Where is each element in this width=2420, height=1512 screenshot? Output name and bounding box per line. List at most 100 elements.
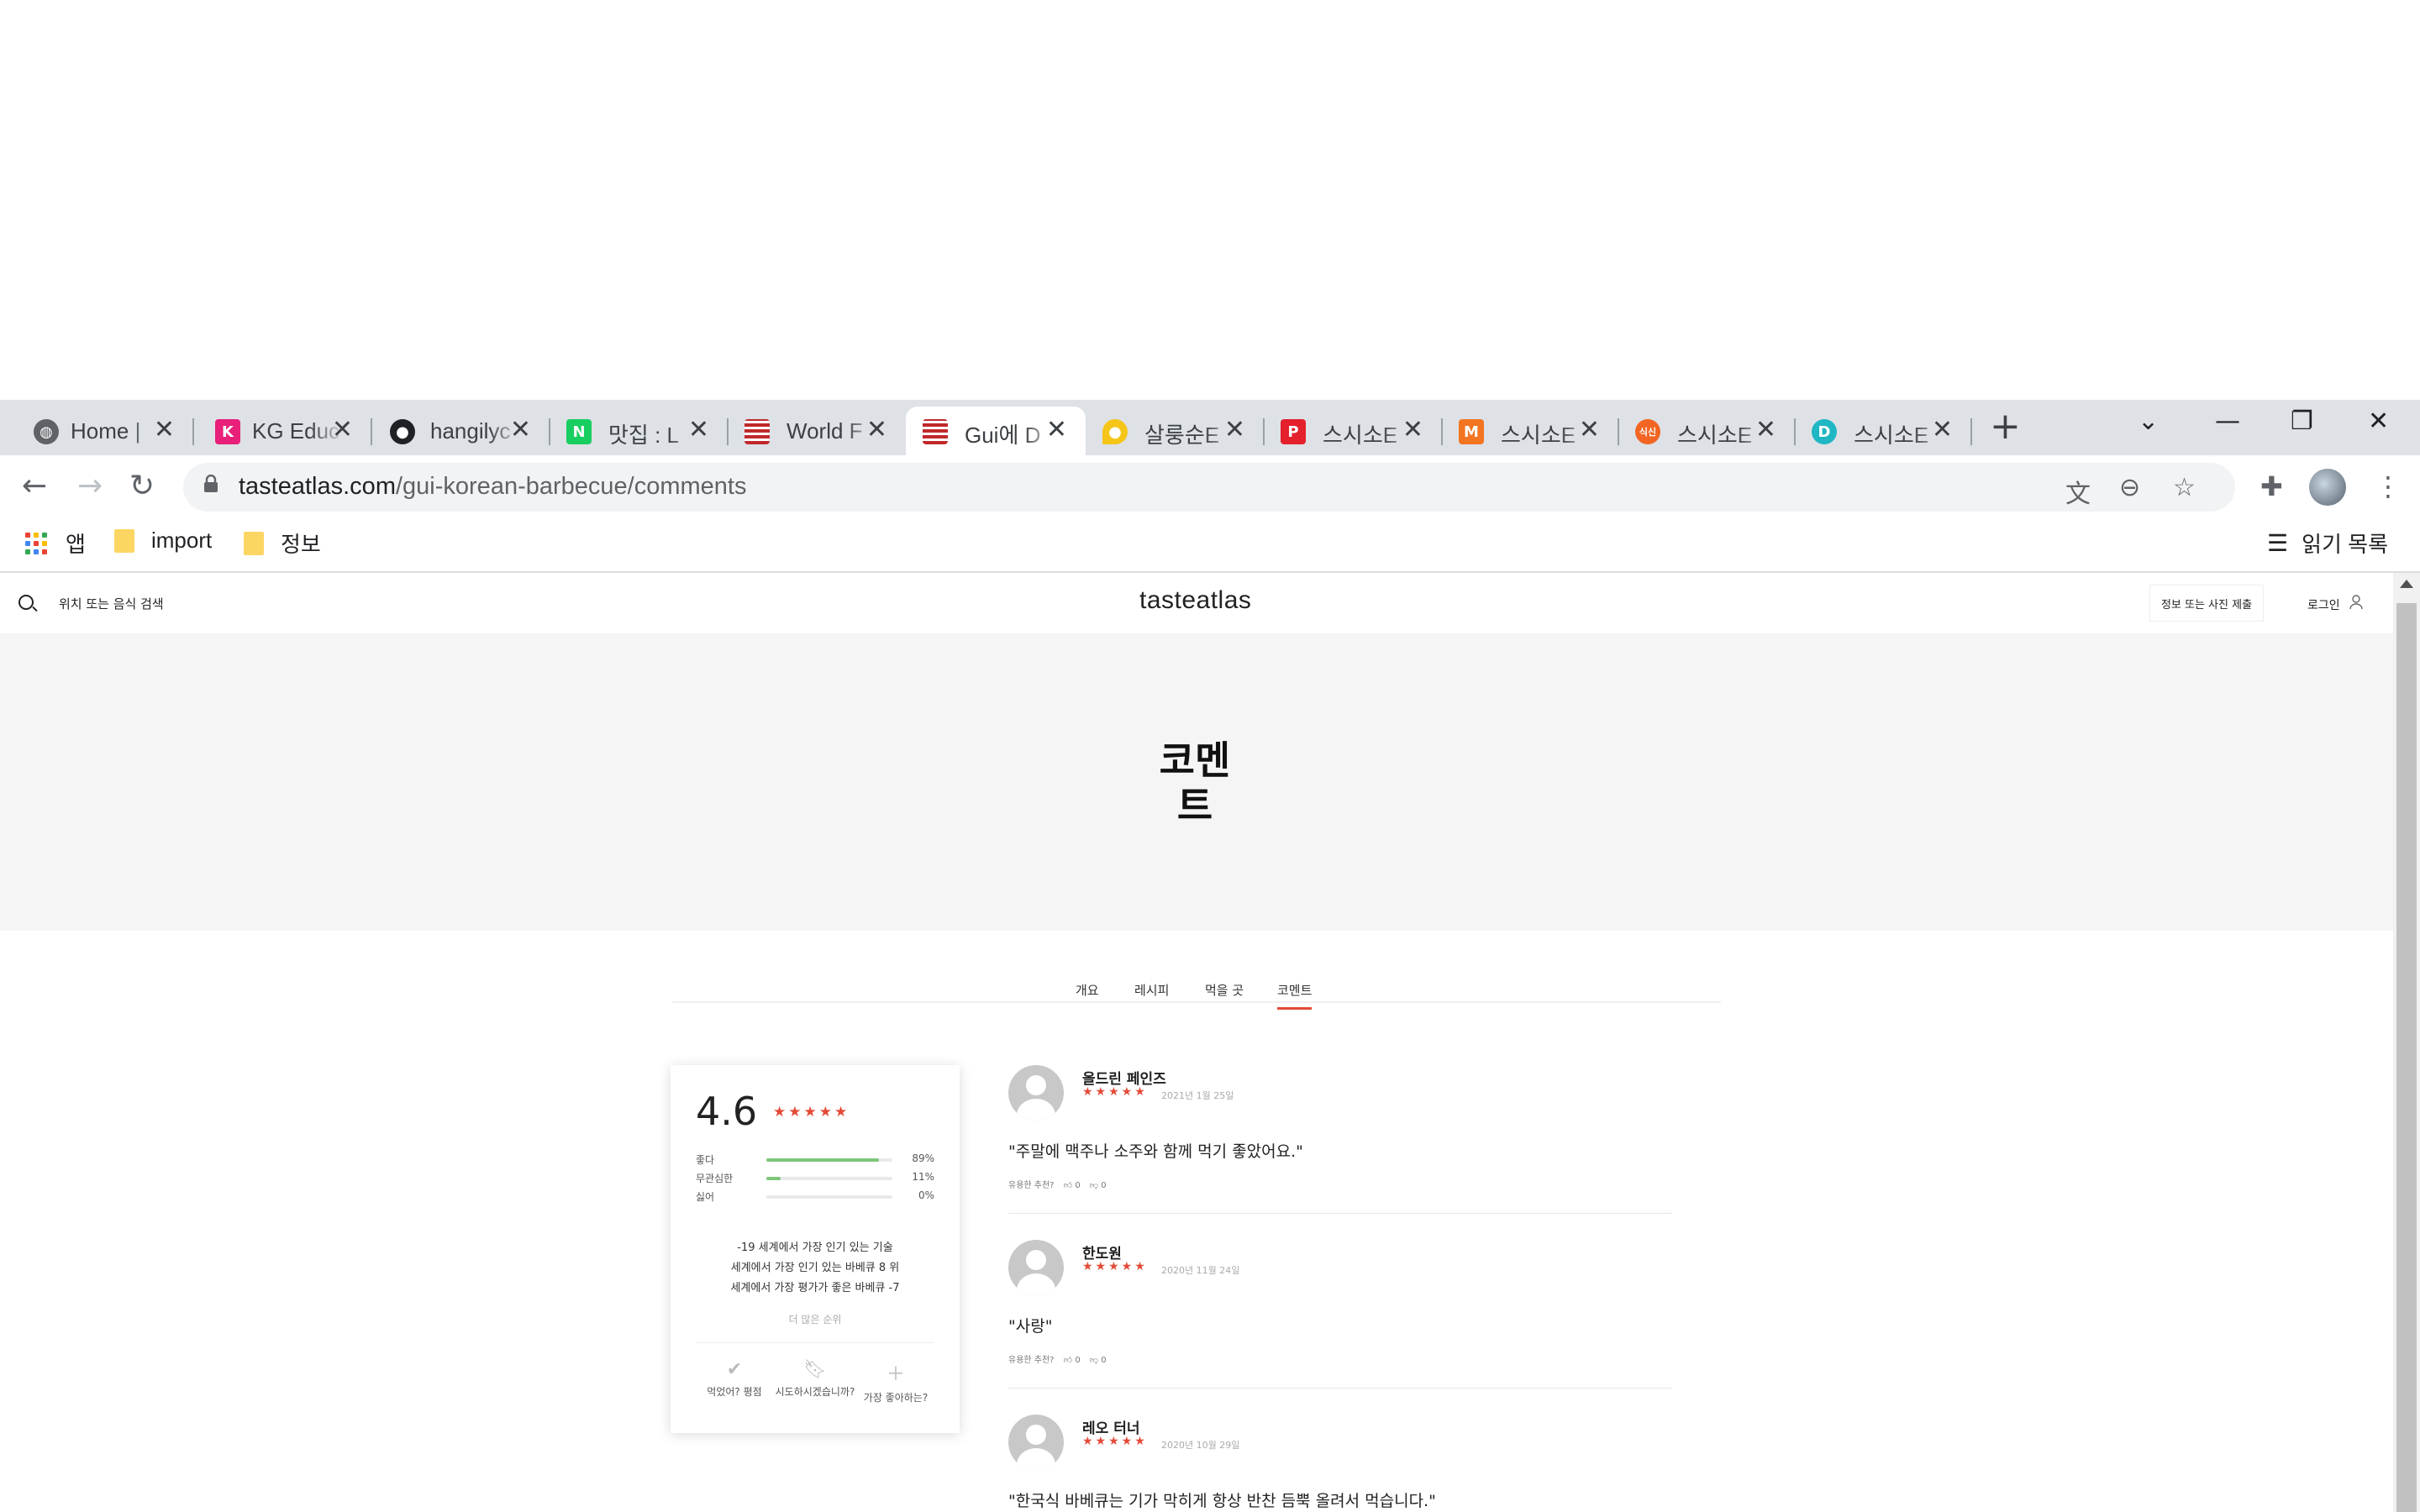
tab-sushi-1[interactable]: P 스시소E ✕ bbox=[1264, 407, 1443, 455]
thumbs-down-icon[interactable]: 👎︎ bbox=[1090, 1181, 1098, 1190]
close-tab-icon[interactable]: ✕ bbox=[1755, 415, 1776, 444]
scrollbar-thumb[interactable] bbox=[2396, 603, 2417, 1512]
menu-kebab-icon[interactable]: ⋮ bbox=[2375, 470, 2402, 502]
user-icon[interactable] bbox=[2349, 595, 2363, 610]
thumbs-down-icon[interactable]: 👎︎ bbox=[1090, 1356, 1098, 1365]
ranking-link[interactable]: -19 세계에서 가장 인기 있는 기술 bbox=[687, 1238, 943, 1254]
ranking-link[interactable]: 세계에서 가장 평가가 좋은 바베큐 -7 bbox=[687, 1278, 943, 1294]
hero-banner: 코멘트 bbox=[0, 633, 2393, 931]
helpful-row: 유용한 추천? 👍︎ 0 👎︎ 0 bbox=[1008, 1178, 1107, 1190]
folder-icon bbox=[244, 531, 264, 555]
bookmarks-bar: 앱 import 정보 ☰ 읽기 목록 bbox=[0, 519, 2420, 573]
login-link[interactable]: 로그인 bbox=[2307, 596, 2340, 613]
favorite-button[interactable]: ＋ 가장 좋아하는? bbox=[855, 1359, 936, 1404]
tab-overview[interactable]: 개요 bbox=[1076, 981, 1099, 1007]
window-close-icon[interactable]: ✕ bbox=[2368, 407, 2389, 436]
map-pin-icon: ● bbox=[1102, 419, 1128, 444]
close-tab-icon[interactable]: ✕ bbox=[1579, 415, 1600, 444]
scroll-up-arrow-icon[interactable] bbox=[2400, 580, 2413, 588]
reading-list[interactable]: ☰ 읽기 목록 bbox=[2267, 528, 2388, 559]
url-path: /gui-korean-barbecue/comments bbox=[395, 473, 747, 500]
address-bar[interactable]: tasteatlas.com/gui-korean-barbecue/comme… bbox=[183, 463, 2235, 512]
ate-it-button[interactable]: ✔ 먹었어? 평점 bbox=[694, 1359, 775, 1399]
tab-recipe[interactable]: 레시피 bbox=[1134, 981, 1169, 1007]
close-tab-icon[interactable]: ✕ bbox=[866, 415, 887, 444]
submit-info-button[interactable]: 정보 또는 사진 제출 bbox=[2149, 585, 2264, 622]
thumbs-up-icon[interactable]: 👍︎ bbox=[1064, 1181, 1072, 1190]
dislike-count: 0 bbox=[1101, 1181, 1107, 1190]
profile-avatar[interactable] bbox=[2309, 469, 2346, 506]
tab-sushi-4[interactable]: D 스시소E ✕ bbox=[1795, 407, 1972, 455]
tab-world-food[interactable]: World F ✕ bbox=[728, 407, 906, 455]
avatar[interactable] bbox=[1008, 1065, 1064, 1121]
dislike-count: 0 bbox=[1101, 1356, 1107, 1365]
rating-row-indifferent: 무관심한 11% bbox=[696, 1171, 934, 1188]
avatar[interactable] bbox=[1008, 1240, 1064, 1295]
tab-naver[interactable]: N 맛집 : L ✕ bbox=[550, 407, 729, 455]
section-tabs: 개요 레시피 먹을 곳 코멘트 bbox=[672, 981, 1721, 1010]
tab-comments[interactable]: 코멘트 bbox=[1277, 981, 1313, 1010]
bookmark-apps[interactable]: 앱 bbox=[25, 528, 86, 559]
forward-arrow-icon[interactable]: → bbox=[77, 469, 103, 503]
tasteatlas-grid-icon bbox=[923, 419, 948, 444]
lock-icon[interactable] bbox=[203, 475, 218, 493]
restore-icon[interactable]: ❐ bbox=[2291, 407, 2313, 436]
rating-label: 싫어 bbox=[696, 1191, 715, 1203]
want-to-try-button[interactable]: 🔖︎ 시도하시겠습니까? bbox=[775, 1359, 855, 1399]
close-tab-icon[interactable]: ✕ bbox=[332, 415, 353, 444]
tab-title: World F bbox=[786, 418, 879, 444]
reload-icon[interactable]: ↻ bbox=[129, 469, 155, 503]
bookmark-info[interactable]: 정보 bbox=[244, 528, 321, 559]
search-icon[interactable] bbox=[18, 595, 34, 610]
extensions-puzzle-icon[interactable]: ✚ bbox=[2260, 470, 2283, 502]
action-label: 가장 좋아하는? bbox=[863, 1392, 929, 1404]
tasteatlas-grid-icon bbox=[744, 419, 770, 444]
minimize-icon[interactable]: — bbox=[2215, 407, 2240, 436]
bookmark-star-icon[interactable]: ☆ bbox=[2173, 473, 2196, 502]
tab-search-chevron-icon[interactable]: ⌄ bbox=[2138, 407, 2159, 436]
avatar[interactable] bbox=[1008, 1415, 1064, 1470]
tab-title: Home | bbox=[71, 418, 163, 444]
comment-stars: ★★★★★ bbox=[1082, 1260, 1148, 1273]
action-label: 먹었어? 평점 bbox=[707, 1386, 762, 1398]
close-tab-icon[interactable]: ✕ bbox=[1046, 415, 1067, 444]
ranking-link[interactable]: 세계에서 가장 인기 있는 바베큐 8 위 bbox=[687, 1258, 943, 1274]
bookmark-import[interactable]: import bbox=[114, 528, 212, 554]
close-tab-icon[interactable]: ✕ bbox=[1224, 415, 1245, 444]
reading-list-icon: ☰ bbox=[2267, 530, 2289, 556]
naver-n-icon: N bbox=[566, 419, 592, 444]
page-scrollbar[interactable] bbox=[2393, 573, 2420, 1512]
tab-sushi-2[interactable]: M 스시소E ✕ bbox=[1442, 407, 1619, 455]
comment-item: 레오 터너 ★★★★★ 2020년 10월 29일 "한국식 바베큐는 기가 막… bbox=[1008, 1415, 1672, 1512]
tab-github[interactable]: ● hangilyc ✕ bbox=[371, 407, 550, 455]
rating-percent: 89% bbox=[912, 1152, 934, 1164]
card-divider bbox=[696, 1342, 934, 1343]
tab-sushi-3[interactable]: 식신 스시소E ✕ bbox=[1618, 407, 1796, 455]
tab-map[interactable]: ● 살룽순E ✕ bbox=[1086, 407, 1265, 455]
tab-title: 스시소E bbox=[1323, 418, 1415, 449]
tasteatlas-logo[interactable]: tasteatlas bbox=[1139, 586, 1251, 615]
close-tab-icon[interactable]: ✕ bbox=[1932, 415, 1953, 444]
back-arrow-icon[interactable]: ← bbox=[22, 469, 47, 503]
close-tab-icon[interactable]: ✕ bbox=[1402, 415, 1423, 444]
close-tab-icon[interactable]: ✕ bbox=[510, 415, 531, 444]
close-tab-icon[interactable]: ✕ bbox=[688, 415, 709, 444]
tab-home[interactable]: ◍ Home | ✕ bbox=[0, 407, 194, 455]
rating-score: 4.6 bbox=[696, 1089, 758, 1134]
rating-row-good: 좋다 89% bbox=[696, 1152, 934, 1169]
new-tab-button[interactable]: + bbox=[1990, 405, 2021, 448]
comment-stars: ★★★★★ bbox=[1082, 1435, 1148, 1448]
more-rankings-link[interactable]: 더 많은 순위 bbox=[687, 1312, 943, 1326]
tab-kg-education[interactable]: K KG Educ ✕ bbox=[193, 407, 372, 455]
close-tab-icon[interactable]: ✕ bbox=[154, 415, 175, 444]
rating-stars: ★★★★★ bbox=[773, 1104, 850, 1121]
tab-where-to-eat[interactable]: 먹을 곳 bbox=[1205, 981, 1244, 1007]
apps-grid-icon bbox=[25, 532, 47, 554]
zoom-icon[interactable]: ⊖ bbox=[2119, 473, 2140, 502]
url-text[interactable]: tasteatlas.com/gui-korean-barbecue/comme… bbox=[239, 473, 746, 501]
search-input[interactable]: 위치 또는 음식 검색 bbox=[59, 595, 164, 612]
thumbs-up-icon[interactable]: 👍︎ bbox=[1064, 1356, 1072, 1365]
comment-stars: ★★★★★ bbox=[1082, 1085, 1148, 1099]
translate-icon[interactable]: 文 bbox=[2065, 473, 2091, 510]
tab-gui-active[interactable]: Gui에 D ✕ bbox=[906, 407, 1086, 455]
